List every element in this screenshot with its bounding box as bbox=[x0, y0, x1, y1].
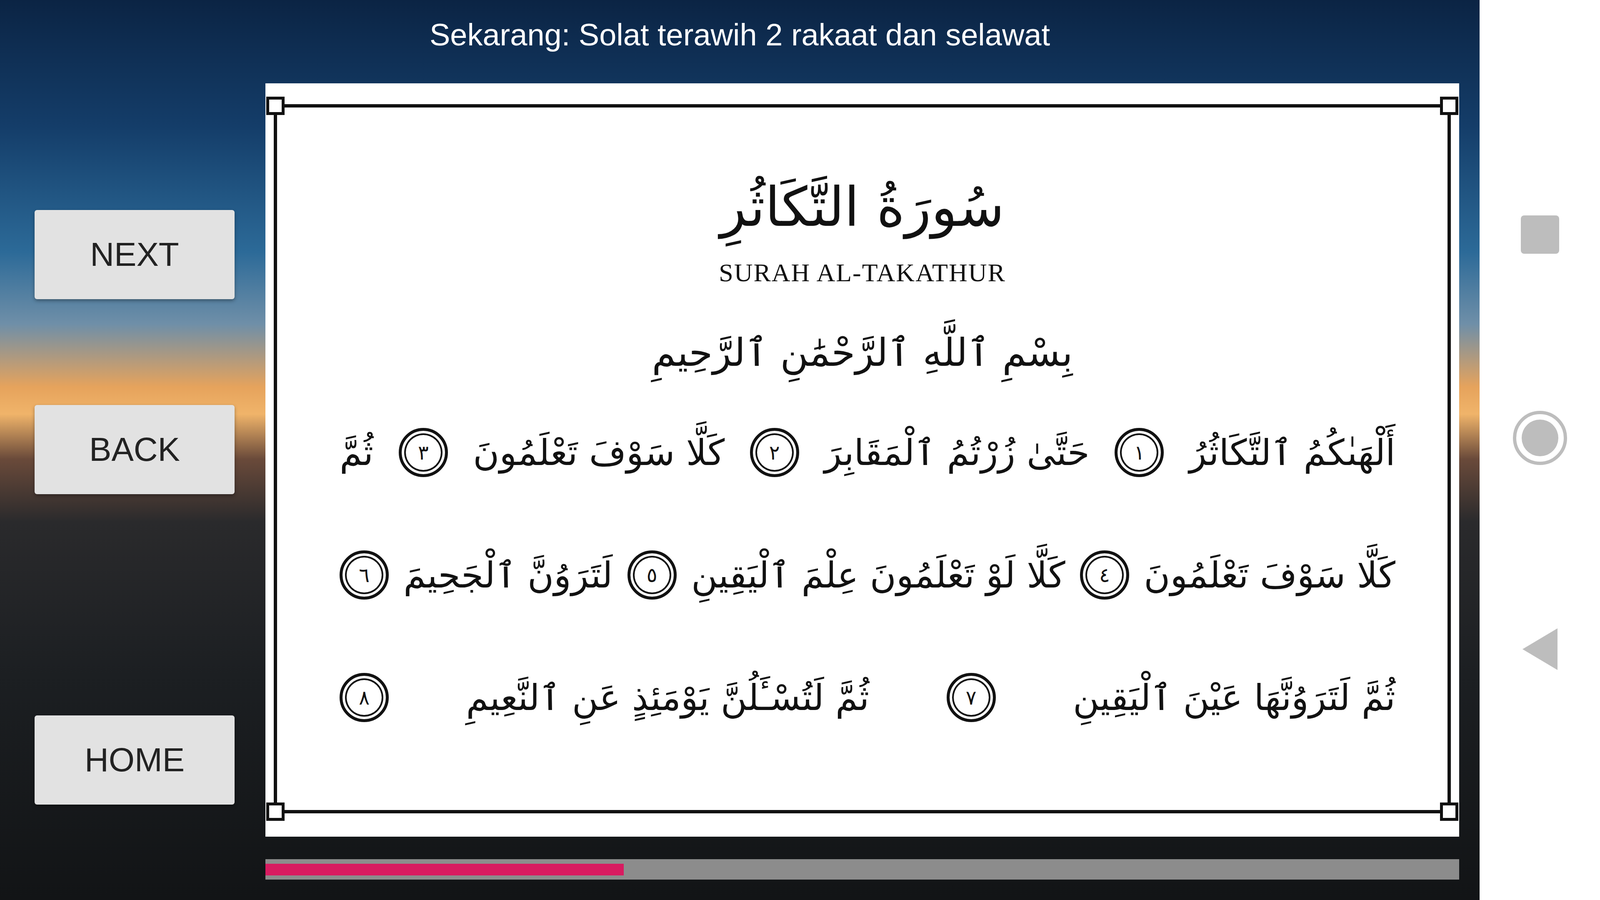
verse-text: كَلَّا سَوْفَ تَعْلَمُونَ bbox=[1143, 544, 1396, 606]
status-header: Sekarang: Solat terawih 2 rakaat dan sel… bbox=[0, 0, 1480, 84]
verse-line: أَلْهَىٰكُمُ ٱلتَّكَاثُرُ ١ حَتَّىٰ زُرْتُ… bbox=[339, 391, 1396, 514]
verse-number-medallion: ٧ bbox=[946, 672, 996, 723]
verse-number-medallion: ٨ bbox=[339, 672, 389, 723]
verse-block: أَلْهَىٰكُمُ ٱلتَّكَاثُرُ ١ حَتَّىٰ زُرْتُ… bbox=[277, 391, 1448, 759]
verse-line: ثُمَّ لَتَرَوُنَّهَا عَيْنَ ٱلْيَقِينِ ٧ ث… bbox=[339, 636, 1396, 759]
verse-text: أَلْهَىٰكُمُ ٱلتَّكَاثُرُ bbox=[1189, 422, 1396, 483]
home-circle-icon[interactable] bbox=[1512, 410, 1568, 465]
system-nav-bar bbox=[1479, 0, 1600, 900]
verse-number: ٨ bbox=[358, 687, 370, 708]
home-button[interactable]: HOME bbox=[34, 715, 235, 805]
verse-number-medallion: ٢ bbox=[750, 427, 800, 478]
verse-text: ثُمَّ bbox=[339, 422, 374, 483]
verse-text: لَتَرَوُنَّ ٱلْجَحِيمَ bbox=[403, 544, 613, 606]
corner-ornament-icon bbox=[1440, 802, 1459, 821]
progress-track bbox=[265, 859, 1460, 880]
back-button[interactable]: BACK bbox=[34, 405, 235, 495]
surah-title-arabic: سُورَةُ التَّكَاثُرِ bbox=[720, 166, 1005, 249]
corner-ornament-icon bbox=[1440, 96, 1459, 115]
verse-text: ثُمَّ لَتُسْـَٔلُنَّ يَوْمَئِذٍ عَنِ ٱلن… bbox=[466, 667, 870, 728]
current-step-label: Sekarang: Solat terawih 2 rakaat dan sel… bbox=[429, 0, 1050, 84]
verse-number: ٤ bbox=[1099, 565, 1110, 585]
back-triangle-icon[interactable] bbox=[1522, 628, 1558, 670]
verse-number: ٥ bbox=[646, 565, 658, 585]
app-screen: Sekarang: Solat terawih 2 rakaat dan sel… bbox=[0, 0, 1480, 900]
verse-number-medallion: ٥ bbox=[627, 550, 677, 600]
verse-text: ثُمَّ لَتَرَوُنَّهَا عَيْنَ ٱلْيَقِينِ bbox=[1072, 667, 1396, 728]
button-column: NEXT BACK HOME bbox=[0, 83, 266, 837]
verse-text: كَلَّا لَوْ تَعْلَمُونَ عِلْمَ ٱلْيَقِين… bbox=[691, 544, 1066, 606]
verse-number: ٧ bbox=[965, 687, 977, 708]
surah-title-latin: SURAH AL-TAKATHUR bbox=[718, 257, 1006, 288]
corner-ornament-icon bbox=[266, 802, 285, 821]
basmala: بِسْمِ ٱللَّهِ ٱلرَّحْمَٰنِ ٱلرَّحِيمِ bbox=[652, 321, 1073, 385]
verse-number-medallion: ١ bbox=[1114, 427, 1164, 478]
verse-number: ٢ bbox=[769, 442, 780, 463]
verse-number-medallion: ٤ bbox=[1080, 550, 1130, 600]
verse-number-medallion: ٦ bbox=[339, 550, 389, 600]
verse-number: ٣ bbox=[417, 442, 429, 463]
surah-page: سُورَةُ التَّكَاثُرِ SURAH AL-TAKATHUR بِس… bbox=[265, 83, 1460, 837]
verse-number: ١ bbox=[1134, 442, 1145, 463]
progress-fill bbox=[265, 863, 624, 876]
verse-number-medallion: ٣ bbox=[398, 427, 448, 478]
verse-text: كَلَّا سَوْفَ تَعْلَمُونَ bbox=[472, 422, 725, 483]
verse-line: كَلَّا سَوْفَ تَعْلَمُونَ ٤ كَلَّا لَوْ تَ… bbox=[339, 513, 1396, 637]
recents-square-icon[interactable] bbox=[1520, 215, 1560, 254]
next-button[interactable]: NEXT bbox=[34, 210, 235, 300]
page-frame: سُورَةُ التَّكَاثُرِ SURAH AL-TAKATHUR بِس… bbox=[273, 104, 1451, 814]
corner-ornament-icon bbox=[266, 96, 285, 115]
verse-number: ٦ bbox=[358, 565, 370, 585]
verse-text: حَتَّىٰ زُرْتُمُ ٱلْمَقَابِرَ bbox=[824, 422, 1090, 483]
